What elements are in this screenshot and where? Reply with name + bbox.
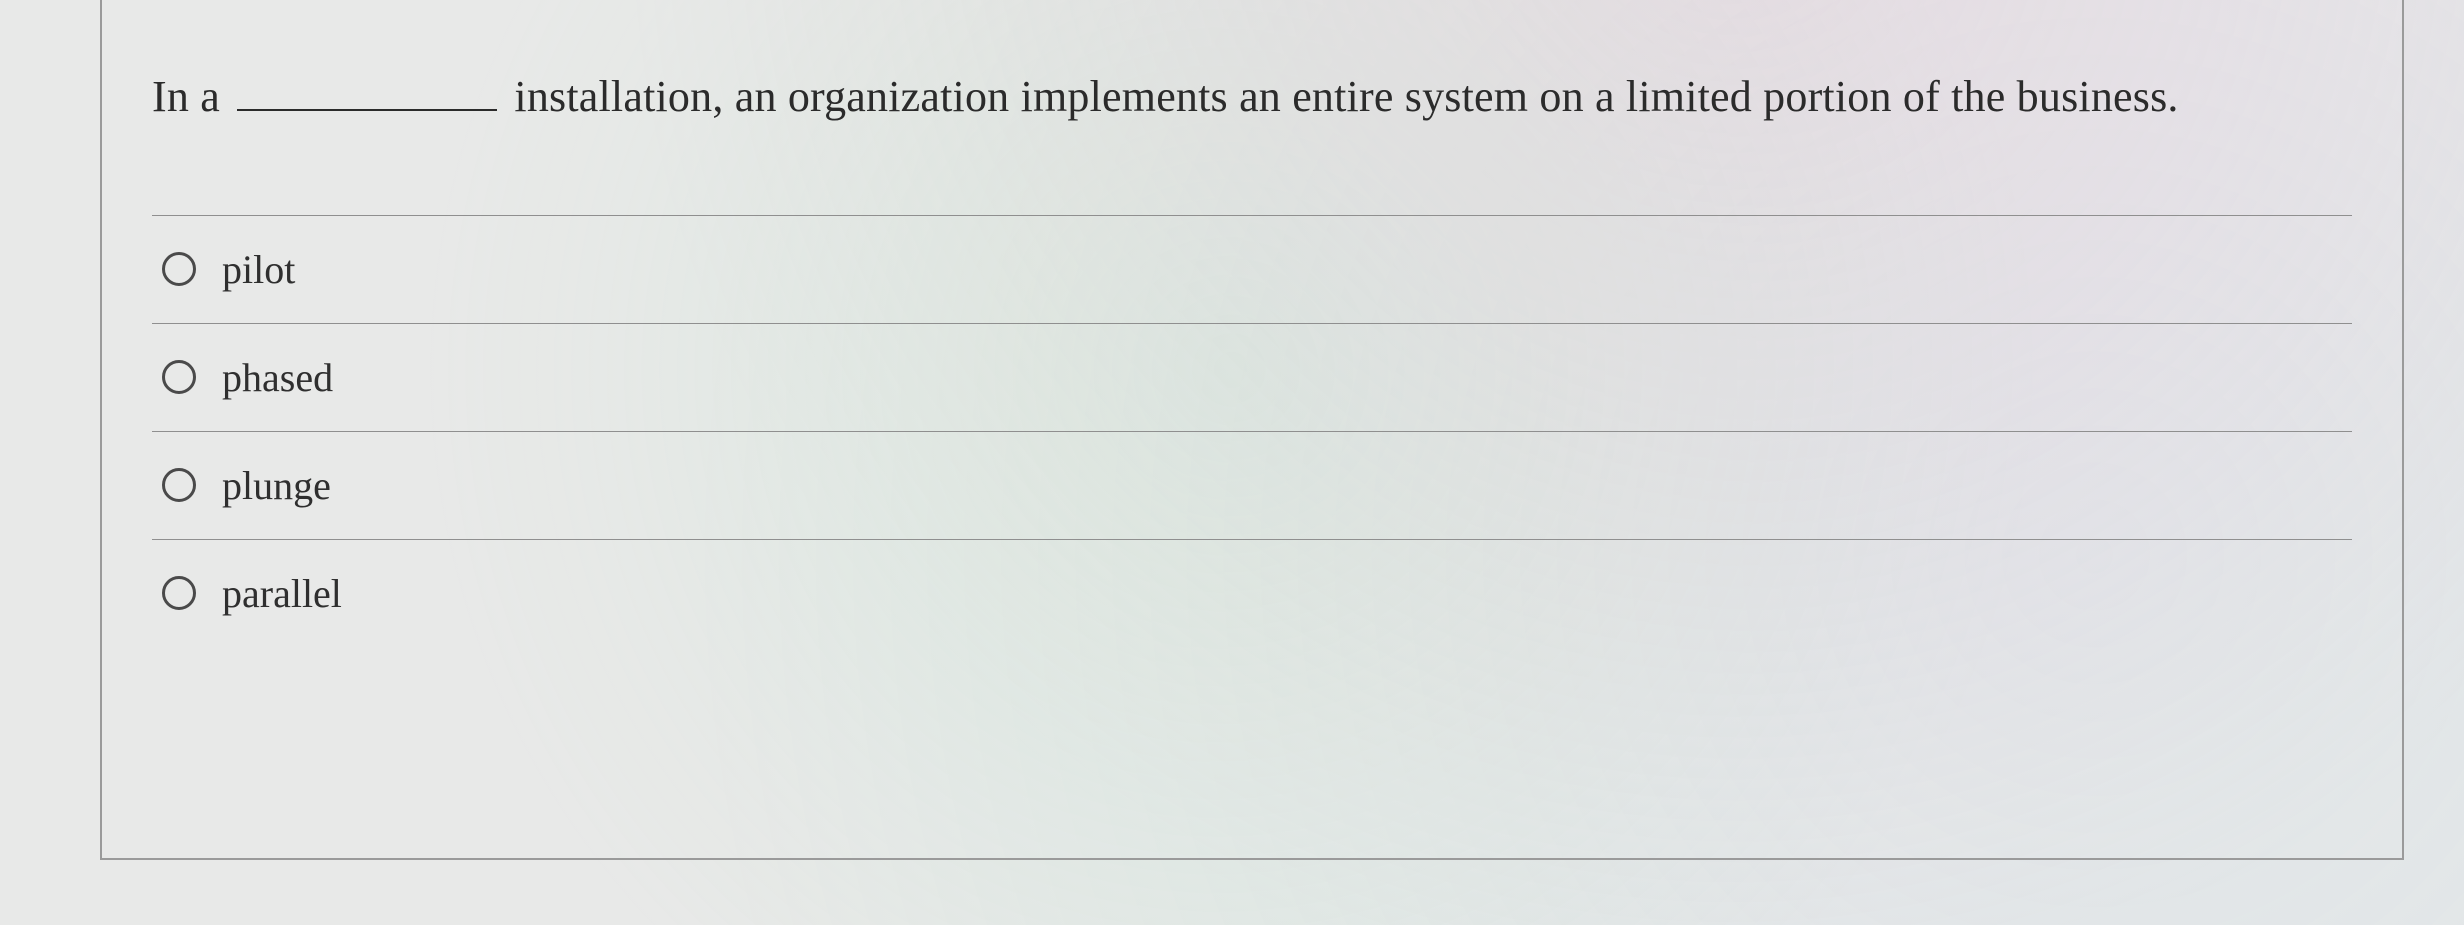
radio-icon: [162, 468, 196, 502]
question-pre: In a: [152, 72, 220, 121]
page-root: In a installation, an organization imple…: [0, 0, 2464, 925]
radio-icon: [162, 360, 196, 394]
question-post: installation, an organization implements…: [514, 72, 2178, 121]
option-parallel[interactable]: parallel: [152, 540, 2352, 647]
fill-in-blank: [237, 63, 497, 111]
option-plunge[interactable]: plunge: [152, 432, 2352, 540]
radio-icon: [162, 576, 196, 610]
option-label: parallel: [222, 570, 342, 617]
question-text: In a installation, an organization imple…: [152, 60, 2352, 135]
option-pilot[interactable]: pilot: [152, 216, 2352, 324]
option-phased[interactable]: phased: [152, 324, 2352, 432]
question-card: In a installation, an organization imple…: [100, 0, 2404, 860]
option-label: phased: [222, 354, 333, 401]
option-label: pilot: [222, 246, 295, 293]
option-label: plunge: [222, 462, 331, 509]
options-list: pilot phased plunge parallel: [152, 215, 2352, 647]
radio-icon: [162, 252, 196, 286]
